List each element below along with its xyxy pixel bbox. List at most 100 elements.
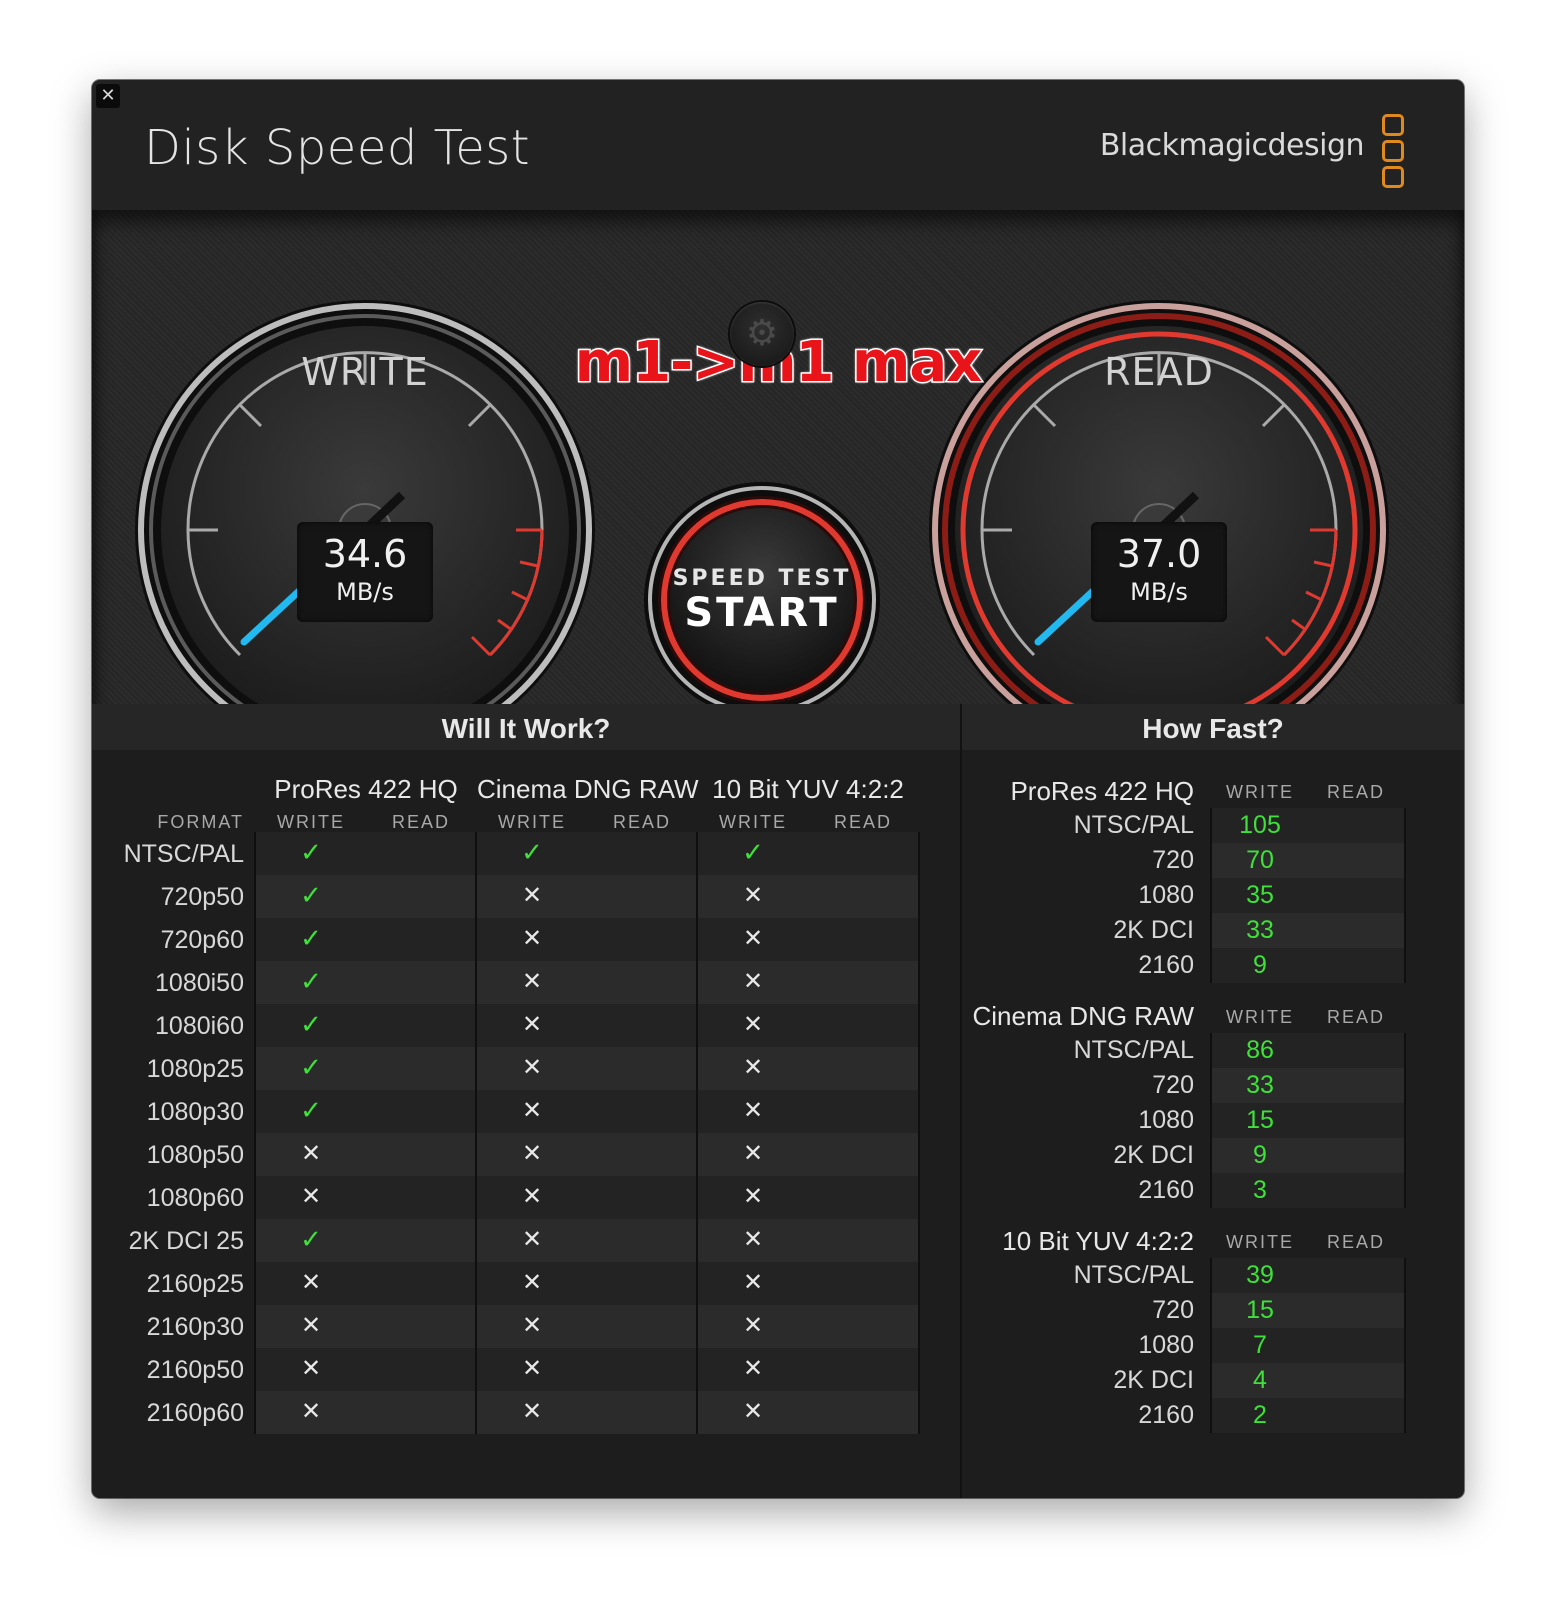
start-button-line2: START [684,590,840,636]
read-cell [366,1047,476,1090]
format-label: 2160p25 [146,1270,244,1298]
read-cell [587,1348,697,1391]
read-cell [808,1262,918,1305]
write-col-header: WRITE [277,812,345,832]
results-area: Will It Work? How Fast? ProRes 422 HQ WRI… [92,704,1464,1498]
read-cell [587,1391,697,1434]
how-fast-write-value: 7 [1253,1331,1267,1359]
cross-icon: ✕ [742,1225,764,1253]
read-cell [366,1133,476,1176]
how-fast-row-label: 2160 [1138,1176,1194,1204]
check-icon: ✓ [300,1225,322,1255]
how-fast-row-label: 2K DCI [1113,1366,1194,1394]
how-fast-row-label: 1080 [1138,1331,1194,1359]
cross-icon: ✕ [742,967,764,995]
cross-icon: ✕ [742,1268,764,1296]
cross-icon: ✕ [521,1053,543,1081]
read-cell [587,832,697,875]
format-label: NTSC/PAL [123,840,244,868]
how-fast-row-label: 1080 [1138,881,1194,909]
how-fast-write-value: 33 [1246,916,1274,944]
format-label: 2160p30 [146,1313,244,1341]
format-label: 1080i60 [155,1012,244,1040]
read-cell [366,875,476,918]
how-fast-write-header: WRITE [1226,1232,1294,1252]
cross-icon: ✕ [521,1225,543,1253]
how-fast-read-cell [1308,1363,1404,1398]
cross-icon: ✕ [300,1268,322,1296]
how-fast-write-value: 15 [1246,1106,1274,1134]
write-readout: 34.6 MB/s [297,522,433,622]
read-cell [587,1090,697,1133]
how-fast-read-cell [1308,913,1404,948]
read-cell [808,961,918,1004]
read-cell [808,1133,918,1176]
cross-icon: ✕ [742,924,764,952]
how-fast-row-label: 2160 [1138,951,1194,979]
cross-icon: ✕ [742,1053,764,1081]
check-icon: ✓ [300,881,322,911]
gear-icon[interactable]: ⚙ [730,302,794,366]
read-col-header: READ [833,812,892,832]
app-window: ✕ Disk Speed Test Blackmagicdesign m1->m… [92,80,1464,1498]
how-fast-write-value: 4 [1253,1366,1267,1394]
how-fast-write-value: 9 [1253,1141,1267,1169]
format-label: 1080i50 [155,969,244,997]
how-fast-read-cell [1308,1293,1404,1328]
read-readout: 37.0 MB/s [1091,522,1227,622]
cross-icon: ✕ [521,967,543,995]
column-separator [1210,1258,1212,1433]
cross-icon: ✕ [300,1311,322,1339]
read-cell [366,1305,476,1348]
how-fast-write-value: 105 [1239,811,1281,839]
read-cell [587,1047,697,1090]
how-fast-write-value: 39 [1246,1261,1274,1289]
cross-icon: ✕ [300,1397,322,1425]
how-fast-read-cell [1308,843,1404,878]
how-fast-title: How Fast? [962,704,1464,750]
format-label: 1080p50 [146,1141,244,1169]
cross-icon: ✕ [521,924,543,952]
how-fast-write-value: 33 [1246,1071,1274,1099]
read-cell [808,918,918,961]
how-fast-row-label: NTSC/PAL [1073,1036,1194,1064]
how-fast-group-title: 10 Bit YUV 4:2:2 [1002,1226,1194,1256]
format-label: 720p60 [160,926,244,954]
check-icon: ✓ [300,1096,322,1126]
how-fast-read-cell [1308,1398,1404,1433]
cross-icon: ✕ [521,1139,543,1167]
how-fast-read-header: READ [1326,1232,1385,1252]
read-cell [366,1176,476,1219]
write-gauge-label: WRITE [301,350,429,394]
how-fast-read-cell [1308,1328,1404,1363]
how-fast-read-cell [1308,1033,1404,1068]
how-fast-write-value: 3 [1253,1176,1267,1204]
read-col-header: READ [612,812,671,832]
format-label: 2K DCI 25 [128,1227,244,1255]
read-cell [587,1176,697,1219]
close-icon[interactable]: ✕ [96,84,120,108]
how-fast-read-cell [1308,1103,1404,1138]
read-cell [587,1219,697,1262]
how-fast-write-value: 86 [1246,1036,1274,1064]
read-cell [808,1090,918,1133]
brand-logo-text: Blackmagicdesign [1099,128,1365,163]
read-cell [808,1348,918,1391]
start-button[interactable]: SPEED TEST START [670,508,854,692]
start-button-line1: SPEED TEST [672,566,852,591]
column-separator [1404,808,1406,983]
how-fast-read-cell [1308,1258,1404,1293]
cross-icon: ✕ [300,1182,322,1210]
how-fast-read-cell [1308,948,1404,983]
read-cell [587,1004,697,1047]
read-cell [366,1219,476,1262]
cross-icon: ✕ [742,1010,764,1038]
how-fast-write-value: 2 [1253,1401,1267,1429]
codec-header: Cinema DNG RAW [477,774,699,804]
read-cell [587,1262,697,1305]
check-icon: ✓ [521,838,543,868]
format-label: 720p50 [160,883,244,911]
read-cell [808,1391,918,1434]
read-cell [366,1090,476,1133]
read-cell [366,832,476,875]
